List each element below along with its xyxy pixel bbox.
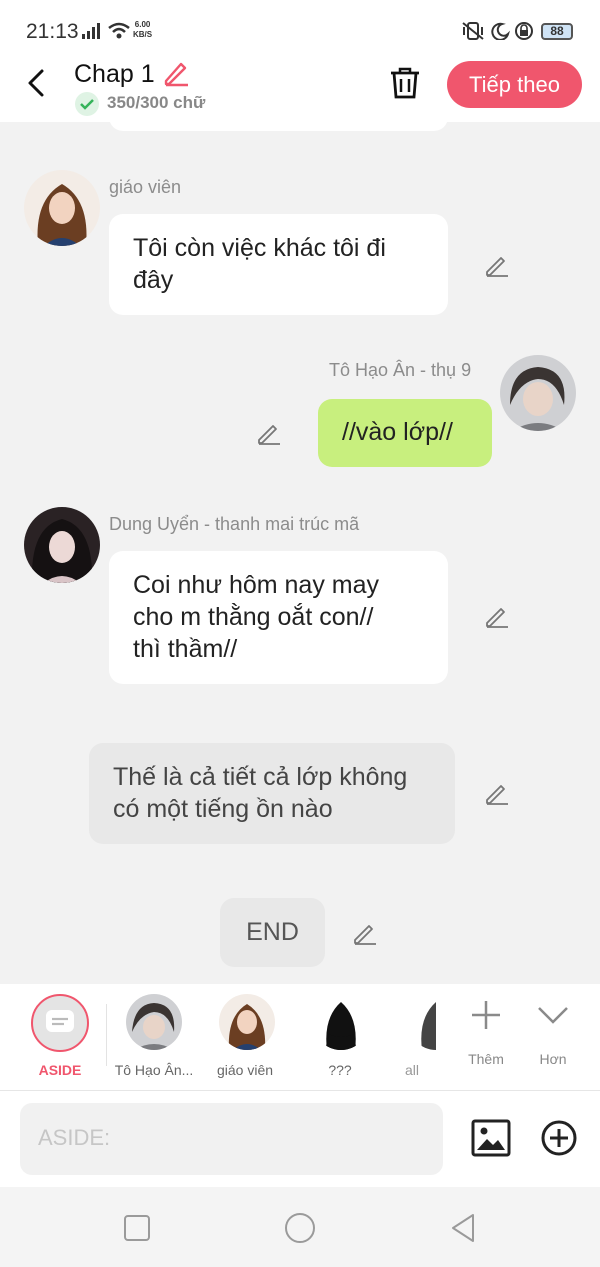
network-speed: 6.00 KB/S xyxy=(133,20,152,40)
mute-vibrate-icon xyxy=(462,22,484,40)
avatar-teacher[interactable] xyxy=(24,170,100,246)
status-bar: 21:13 6.00 KB/S 88 xyxy=(0,0,600,60)
character-label: ??? xyxy=(328,1062,352,1078)
back-icon[interactable] xyxy=(24,68,50,98)
character-avatar-unknown[interactable] xyxy=(313,994,369,1050)
message-text-line: đây xyxy=(133,266,174,294)
aside-text-line: Thế là cả tiết cả lớp không xyxy=(113,763,408,791)
trash-icon[interactable] xyxy=(389,66,421,100)
character-avatar-teacher[interactable] xyxy=(219,994,275,1050)
message-text-line: thì thầm// xyxy=(133,635,238,663)
aside-text-line: có một tiếng ồn nào xyxy=(113,795,333,823)
network-speed-unit: KB/S xyxy=(133,30,153,39)
character-selector-bar: ASIDE Tô Hạo Ân... giáo viên ??? all Thê… xyxy=(0,984,600,1091)
chevron-down-icon[interactable] xyxy=(536,1004,570,1026)
end-bubble[interactable]: END xyxy=(220,898,325,967)
character-label: all xyxy=(405,1062,420,1078)
message-bubble[interactable]: Tôi còn việc khác tôi đi đây xyxy=(109,214,448,315)
chat-area[interactable]: giáo viên Tôi còn việc khác tôi đi đây T… xyxy=(0,122,600,984)
wifi-icon xyxy=(108,22,130,39)
more-label[interactable]: Hơn xyxy=(508,1051,598,1067)
edit-message-icon[interactable] xyxy=(256,420,282,446)
sender-name: giáo viên xyxy=(109,177,182,197)
avatar-to-hao-an[interactable] xyxy=(500,355,576,431)
next-button[interactable]: Tiếp theo xyxy=(447,61,582,108)
edit-title-icon[interactable] xyxy=(162,59,190,87)
edit-message-icon[interactable] xyxy=(484,603,510,629)
character-avatar-all[interactable] xyxy=(408,994,436,1050)
chapter-title: Chap 1 xyxy=(74,60,155,88)
previous-message-bubble[interactable] xyxy=(109,122,448,131)
moon-icon xyxy=(491,22,510,40)
image-icon[interactable] xyxy=(471,1119,511,1157)
character-avatar-to-hao-an[interactable] xyxy=(126,994,182,1050)
edit-message-icon[interactable] xyxy=(352,920,378,946)
nav-back-icon[interactable] xyxy=(449,1212,477,1244)
divider xyxy=(106,1004,107,1066)
plus-icon[interactable] xyxy=(469,998,503,1032)
rotation-lock-icon xyxy=(515,22,533,40)
message-text-line: cho m thằng oắt con// xyxy=(133,603,374,631)
aside-character-button[interactable] xyxy=(31,994,89,1052)
message-input[interactable]: ASIDE: xyxy=(20,1103,443,1175)
input-bar: ASIDE: xyxy=(0,1091,600,1187)
own-message-bubble[interactable]: //vào lớp// xyxy=(318,399,492,467)
sender-name: Tô Hạo Ân - thụ 9 xyxy=(329,360,472,380)
aside-bubble[interactable]: Thế là cả tiết cả lớp không có một tiếng… xyxy=(89,743,455,844)
edit-message-icon[interactable] xyxy=(484,252,510,278)
system-nav-bar xyxy=(0,1187,600,1267)
add-circle-icon[interactable] xyxy=(540,1119,578,1157)
edit-message-icon[interactable] xyxy=(484,780,510,806)
character-label: giáo viên xyxy=(216,1062,274,1078)
battery-indicator: 88 xyxy=(541,23,573,40)
recent-apps-icon[interactable] xyxy=(123,1214,151,1242)
sender-name: Dung Uyển - thanh mai trúc mã xyxy=(109,514,360,534)
home-icon[interactable] xyxy=(284,1212,316,1244)
signal-icon xyxy=(82,23,100,39)
character-label: Tô Hạo Ân... xyxy=(114,1062,194,1078)
message-bubble[interactable]: Coi như hôm nay may cho m thằng oắt con/… xyxy=(109,551,448,684)
avatar-dung-uyen[interactable] xyxy=(24,507,100,583)
editor-header: Chap 1 350/300 chữ Tiếp theo xyxy=(0,56,600,122)
character-label-aside: ASIDE xyxy=(38,1062,82,1078)
chat-bubble-icon xyxy=(46,1010,74,1032)
network-speed-value: 6.00 xyxy=(134,20,151,29)
status-time: 21:13 xyxy=(26,20,79,43)
message-text-line: Coi như hôm nay may xyxy=(133,571,380,599)
check-icon xyxy=(75,92,99,116)
word-count: 350/300 chữ xyxy=(107,93,206,112)
message-text-line: Tôi còn việc khác tôi đi xyxy=(133,234,386,262)
